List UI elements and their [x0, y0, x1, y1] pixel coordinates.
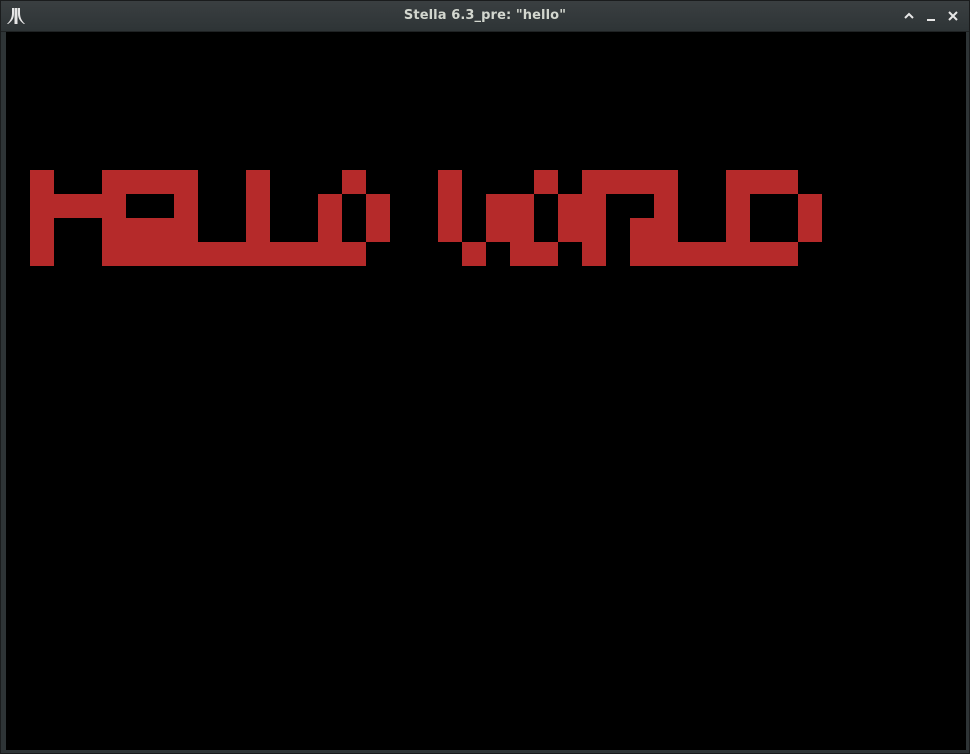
pixel-block: [438, 170, 462, 194]
pixel-block: [630, 218, 654, 242]
pixel-block: [582, 218, 606, 242]
pixel-block: [30, 218, 54, 242]
pixel-block: [726, 242, 750, 266]
pixel-block: [534, 170, 558, 194]
pixel-block: [150, 170, 174, 194]
pixel-block: [750, 170, 774, 194]
pixel-block: [510, 194, 534, 218]
pixel-block: [246, 170, 270, 194]
pixel-block: [246, 218, 270, 242]
pixel-block: [366, 194, 390, 218]
pixel-block: [102, 242, 126, 266]
pixel-block: [654, 218, 678, 242]
hello-world-text: [30, 170, 822, 266]
pixel-block: [558, 194, 582, 218]
close-button[interactable]: [945, 8, 961, 24]
pixel-block: [654, 194, 678, 218]
pixel-block: [510, 218, 534, 242]
pixel-block: [798, 194, 822, 218]
maximize-button[interactable]: [901, 8, 917, 24]
pixel-block: [774, 242, 798, 266]
pixel-block: [582, 170, 606, 194]
pixel-block: [30, 170, 54, 194]
pixel-block: [126, 170, 150, 194]
pixel-block: [486, 218, 510, 242]
pixel-block: [702, 242, 726, 266]
pixel-block: [726, 170, 750, 194]
pixel-block: [102, 170, 126, 194]
pixel-block: [726, 218, 750, 242]
pixel-block: [726, 194, 750, 218]
pixel-block: [462, 242, 486, 266]
pixel-block: [150, 242, 174, 266]
pixel-block: [174, 170, 198, 194]
pixel-block: [630, 242, 654, 266]
pixel-block: [534, 242, 558, 266]
pixel-block: [222, 242, 246, 266]
pixel-block: [102, 194, 126, 218]
minimize-button[interactable]: [923, 8, 939, 24]
pixel-block: [318, 218, 342, 242]
window-title: Stella 6.3_pre: "hello": [403, 8, 567, 23]
pixel-block: [174, 194, 198, 218]
pixel-block: [606, 170, 630, 194]
pixel-block: [30, 242, 54, 266]
pixel-block: [630, 170, 654, 194]
pixel-block: [174, 218, 198, 242]
pixel-block: [774, 170, 798, 194]
emulator-screen[interactable]: [6, 32, 966, 750]
pixel-block: [294, 242, 318, 266]
pixel-block: [438, 194, 462, 218]
pixel-block: [150, 218, 174, 242]
pixel-block: [582, 242, 606, 266]
chevron-up-icon: [904, 12, 914, 19]
pixel-block: [342, 242, 366, 266]
pixel-block: [438, 218, 462, 242]
pixel-block: [318, 194, 342, 218]
pixel-block: [486, 194, 510, 218]
pixel-block: [678, 242, 702, 266]
pixel-block: [198, 242, 222, 266]
pixel-block: [750, 242, 774, 266]
pixel-block: [126, 242, 150, 266]
pixel-block: [798, 218, 822, 242]
close-icon: [948, 11, 958, 21]
pixel-block: [270, 242, 294, 266]
minimize-icon: [927, 19, 935, 21]
pixel-block: [318, 242, 342, 266]
pixel-block: [30, 194, 54, 218]
pixel-block: [126, 218, 150, 242]
pixel-letter-d: [726, 170, 822, 266]
stella-window: Stella 6.3_pre: "hello": [0, 0, 970, 754]
pixel-block: [342, 170, 366, 194]
pixel-block: [246, 242, 270, 266]
pixel-block: [174, 242, 198, 266]
pixel-block: [654, 242, 678, 266]
pixel-block: [582, 194, 606, 218]
pixel-block: [510, 242, 534, 266]
pixel-block: [366, 218, 390, 242]
pixel-block: [102, 218, 126, 242]
pixel-block: [78, 194, 102, 218]
pixel-block: [246, 194, 270, 218]
pixel-block: [654, 170, 678, 194]
pixel-block: [558, 218, 582, 242]
pixel-block: [54, 194, 78, 218]
title-bar[interactable]: Stella 6.3_pre: "hello": [1, 1, 969, 32]
